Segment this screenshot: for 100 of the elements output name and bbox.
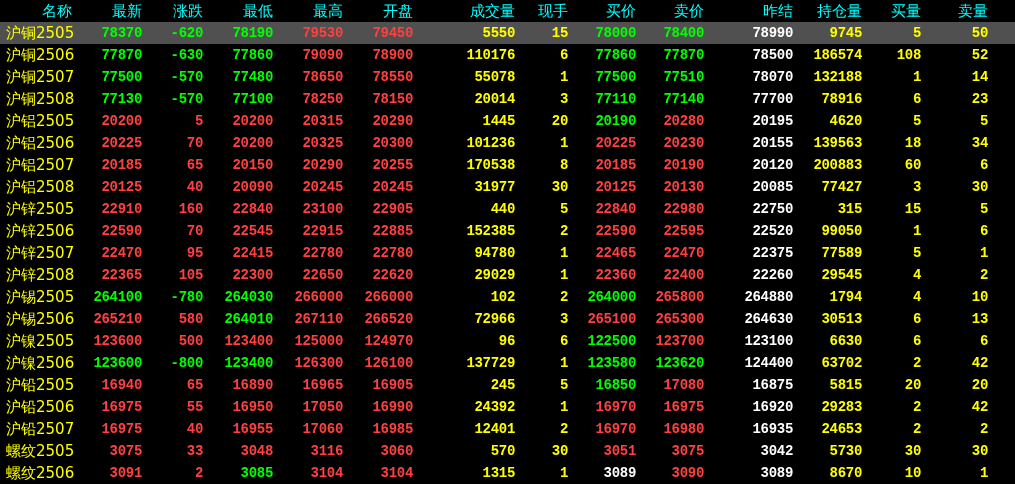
column-header[interactable]: 开盘 [383, 1, 413, 21]
table-cell: 1 [979, 465, 988, 481]
table-cell: 20 [971, 377, 988, 393]
contract-name: 沪铅2507 [5, 419, 75, 439]
table-cell: 5 [979, 113, 988, 129]
table-cell: 8670 [829, 465, 862, 481]
table-cell: 6 [912, 311, 921, 327]
column-header[interactable]: 涨跌 [173, 1, 203, 21]
table-cell: 2 [912, 421, 921, 437]
table-cell: 22980 [663, 201, 704, 217]
table-cell: 77100 [232, 91, 273, 107]
table-cell: 78916 [821, 91, 862, 107]
table-cell: 29029 [474, 267, 515, 283]
table-cell: 20190 [595, 113, 636, 129]
table-cell: 123580 [587, 355, 636, 371]
table-cell: 22840 [595, 201, 636, 217]
table-row[interactable]: 沪铅2507 16975 40 16955 17060 16985 12401 2 16970 16980 16935 24653 2 2 [0, 418, 1015, 440]
table-cell: 20290 [372, 113, 413, 129]
table-row[interactable]: 沪铜2505 78370 -620 78190 79530 79450 5550 15 78000 78400 78990 9745 5 50 [0, 22, 1015, 44]
table-cell: 267110 [294, 311, 343, 327]
table-cell: 10 [971, 289, 988, 305]
table-row[interactable]: 沪铜2507 77500 -570 77480 78650 78550 55078 1 77500 77510 78070 132188 1 14 [0, 66, 1015, 88]
column-header[interactable]: 买量 [891, 1, 921, 21]
table-cell: 17060 [302, 421, 343, 437]
table-cell: 500 [178, 333, 203, 349]
column-header[interactable]: 持仓量 [817, 1, 862, 21]
contract-name: 沪铜2507 [5, 67, 75, 87]
column-header[interactable]: 买价 [606, 1, 636, 21]
table-cell: 265100 [587, 311, 636, 327]
table-row[interactable]: 沪锌2505 22910 160 22840 23100 22905 440 5 22840 22980 22750 315 15 5 [0, 198, 1015, 220]
table-row[interactable]: 沪锌2506 22590 70 22545 22915 22885 152385 2 22590 22595 22520 99050 1 6 [0, 220, 1015, 242]
table-cell: 5 [912, 113, 921, 129]
table-cell: 5 [559, 201, 568, 217]
column-header[interactable]: 最高 [313, 1, 343, 21]
column-header[interactable]: 昨结 [763, 1, 793, 21]
table-row[interactable]: 螺纹2506 3091 2 3085 3104 3104 1315 1 3089 3090 3089 8670 10 1 [0, 462, 1015, 484]
table-row[interactable]: 沪锌2508 22365 105 22300 22650 22620 29029 1 22360 22400 22260 29545 4 2 [0, 264, 1015, 286]
table-cell: 105 [178, 267, 203, 283]
table-cell: 264630 [744, 311, 793, 327]
table-cell: 70 [186, 135, 203, 151]
table-row[interactable]: 沪镍2505 123600 500 123400 125000 124970 96 6 122500 123700 123100 6630 6 6 [0, 330, 1015, 352]
table-cell: 264000 [587, 289, 636, 305]
table-cell: 20120 [752, 157, 793, 173]
table-cell: 5 [559, 377, 568, 393]
table-cell: 2 [912, 355, 921, 371]
table-cell: -570 [170, 69, 203, 85]
table-cell: 123100 [744, 333, 793, 349]
table-row[interactable]: 沪铝2506 20225 70 20200 20325 20300 101236 1 20225 20230 20155 139563 18 34 [0, 132, 1015, 154]
table-cell: 3085 [240, 465, 273, 481]
table-cell: 22260 [752, 267, 793, 283]
contract-name: 沪铅2505 [5, 375, 75, 395]
table-cell: 30 [551, 443, 568, 459]
column-header[interactable]: 名称 [42, 1, 75, 21]
table-cell: 5 [979, 201, 988, 217]
table-cell: 70 [186, 223, 203, 239]
column-header[interactable]: 现手 [538, 1, 568, 21]
table-row[interactable]: 沪铜2506 77870 -630 77860 79090 78900 110176 6 77860 77870 78500 186574 108 52 [0, 44, 1015, 66]
table-cell: 1 [559, 69, 568, 85]
table-cell: -800 [170, 355, 203, 371]
table-cell: 266000 [364, 289, 413, 305]
table-row[interactable]: 沪镍2506 123600 -800 123400 126300 126100 137729 1 123580 123620 124400 63702 2 42 [0, 352, 1015, 374]
table-row[interactable]: 螺纹2505 3075 33 3048 3116 3060 570 30 3051 3075 3042 5730 30 30 [0, 440, 1015, 462]
table-row[interactable]: 沪铝2508 20125 40 20090 20245 20245 31977 30 20125 20130 20085 77427 3 30 [0, 176, 1015, 198]
column-header[interactable]: 卖量 [958, 1, 988, 21]
table-cell: 78370 [101, 25, 142, 41]
table-cell: 22520 [752, 223, 793, 239]
table-row[interactable]: 沪铝2507 20185 65 20150 20290 20255 170538 8 20185 20190 20120 200883 60 6 [0, 154, 1015, 176]
table-row[interactable]: 沪锌2507 22470 95 22415 22780 22780 94780 1 22465 22470 22375 77589 5 1 [0, 242, 1015, 264]
table-cell: 3090 [671, 465, 704, 481]
table-cell: 78400 [663, 25, 704, 41]
table-cell: 123700 [655, 333, 704, 349]
table-cell: 3051 [603, 443, 636, 459]
table-cell: 6 [912, 333, 921, 349]
table-row[interactable]: 沪锡2505 264100 -780 264030 266000 266000 102 2 264000 265800 264880 1794 4 10 [0, 286, 1015, 308]
table-row[interactable]: 沪铜2508 77130 -570 77100 78250 78150 20014 3 77110 77140 77700 78916 6 23 [0, 88, 1015, 110]
table-cell: 20190 [663, 157, 704, 173]
table-cell: 580 [178, 311, 203, 327]
contract-name: 沪镍2506 [5, 353, 75, 373]
column-header[interactable]: 成交量 [470, 1, 515, 21]
table-row[interactable]: 沪锡2506 265210 580 264010 267110 266520 72966 3 265100 265300 264630 30513 6 13 [0, 308, 1015, 330]
table-cell: 16905 [372, 377, 413, 393]
table-cell: 264010 [224, 311, 273, 327]
table-cell: 123600 [93, 333, 142, 349]
table-row[interactable]: 沪铅2505 16940 65 16890 16965 16905 245 5 16850 17080 16875 5815 20 20 [0, 374, 1015, 396]
table-row[interactable]: 沪铅2506 16975 55 16950 17050 16990 24392 1 16970 16975 16920 29283 2 42 [0, 396, 1015, 418]
table-cell: 126100 [364, 355, 413, 371]
table-cell: 20280 [663, 113, 704, 129]
table-cell: 16920 [752, 399, 793, 415]
table-row[interactable]: 沪铝2505 20200 5 20200 20315 20290 1445 20 20190 20280 20195 4620 5 5 [0, 110, 1015, 132]
column-header[interactable]: 最低 [243, 1, 273, 21]
table-cell: 77510 [663, 69, 704, 85]
column-header[interactable]: 卖价 [674, 1, 704, 21]
table-cell: 95 [186, 245, 203, 261]
table-cell: 78000 [595, 25, 636, 41]
column-header[interactable]: 最新 [112, 1, 142, 21]
contract-name: 沪锡2506 [5, 309, 75, 329]
table-cell: 1315 [482, 465, 515, 481]
contract-name: 沪铝2508 [5, 177, 75, 197]
table-cell: 108 [896, 47, 921, 63]
table-cell: 31977 [474, 179, 515, 195]
